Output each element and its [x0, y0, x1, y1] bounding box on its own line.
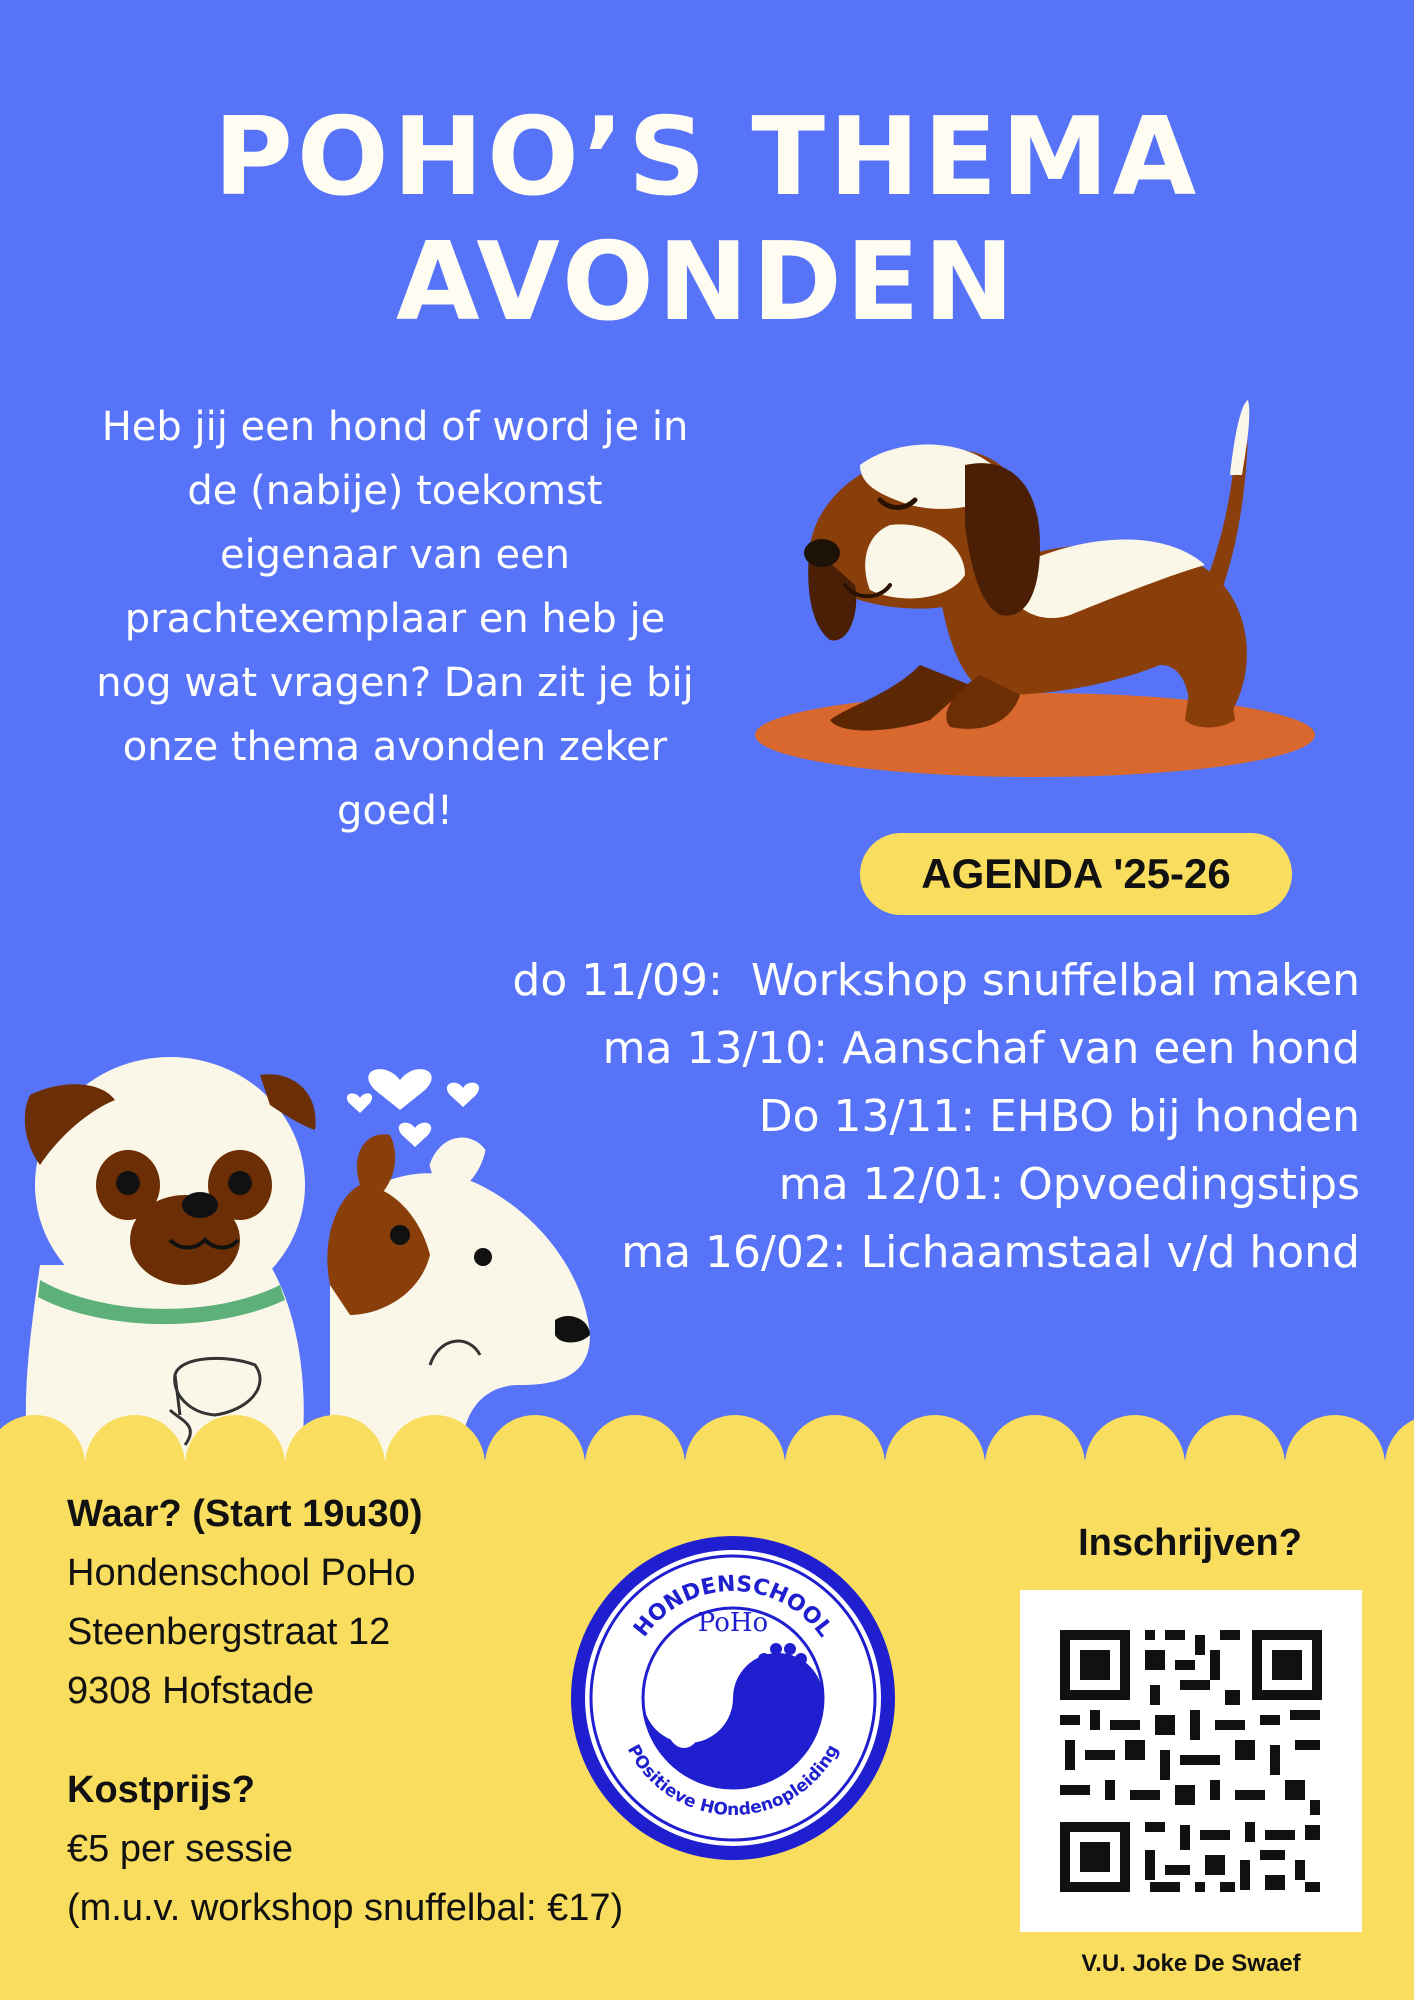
stretching-dog-illustration [755, 400, 1315, 777]
intro-text: Heb jij een hond of word je in de (nabij… [96, 404, 694, 834]
agenda-item: ma 12/01: Opvoedingstips [778, 1159, 1360, 1210]
price-heading: Kostprijs? [67, 1769, 255, 1811]
signup-qr-code[interactable] [1020, 1590, 1362, 1932]
responsible-publisher: V.U. Joke De Swaef [1081, 1950, 1301, 1977]
location-line: Steenbergstraat 12 [67, 1611, 391, 1653]
page-title: POHO’S THEMA AVONDEN [0, 95, 1414, 345]
agenda-item: ma 13/10: Aanschaf van een hond [602, 1023, 1360, 1074]
agenda-item: do 11/09: Workshop snuffelbal maken [512, 955, 1360, 1006]
agenda-badge: AGENDA '25-26 [860, 833, 1292, 915]
title-line-2: AVONDEN [396, 220, 1018, 345]
location-heading: Waar? (Start 19u30) [67, 1493, 423, 1535]
pug-and-terrier-illustration [24, 1057, 590, 1465]
agenda-item: Do 13/11: EHBO bij honden [758, 1091, 1360, 1142]
poho-logo: HONDENSCHOOL PoHo POsitieve HOndenopleid… [571, 1536, 895, 1860]
title-line-1: POHO’S THEMA [213, 95, 1201, 220]
location-line: Hondenschool PoHo [67, 1552, 416, 1594]
location-line: 9308 Hofstade [67, 1670, 315, 1712]
scalloped-border [0, 1415, 1414, 1470]
agenda-list: do 11/09: Workshop snuffelbal maken ma 1… [512, 947, 1360, 1287]
qr-code-icon [1060, 1630, 1322, 1892]
price-line: €5 per sessie [67, 1828, 294, 1870]
logo-name: PoHo [698, 1608, 768, 1638]
price-line: (m.u.v. workshop snuffelbal: €17) [67, 1887, 624, 1929]
signup-label: Inschrijven? [1078, 1522, 1302, 1564]
location-and-price-info: Waar? (Start 19u30) Hondenschool PoHo St… [67, 1485, 623, 1938]
agenda-item: ma 16/02: Lichaamstaal v/d hond [621, 1227, 1360, 1278]
